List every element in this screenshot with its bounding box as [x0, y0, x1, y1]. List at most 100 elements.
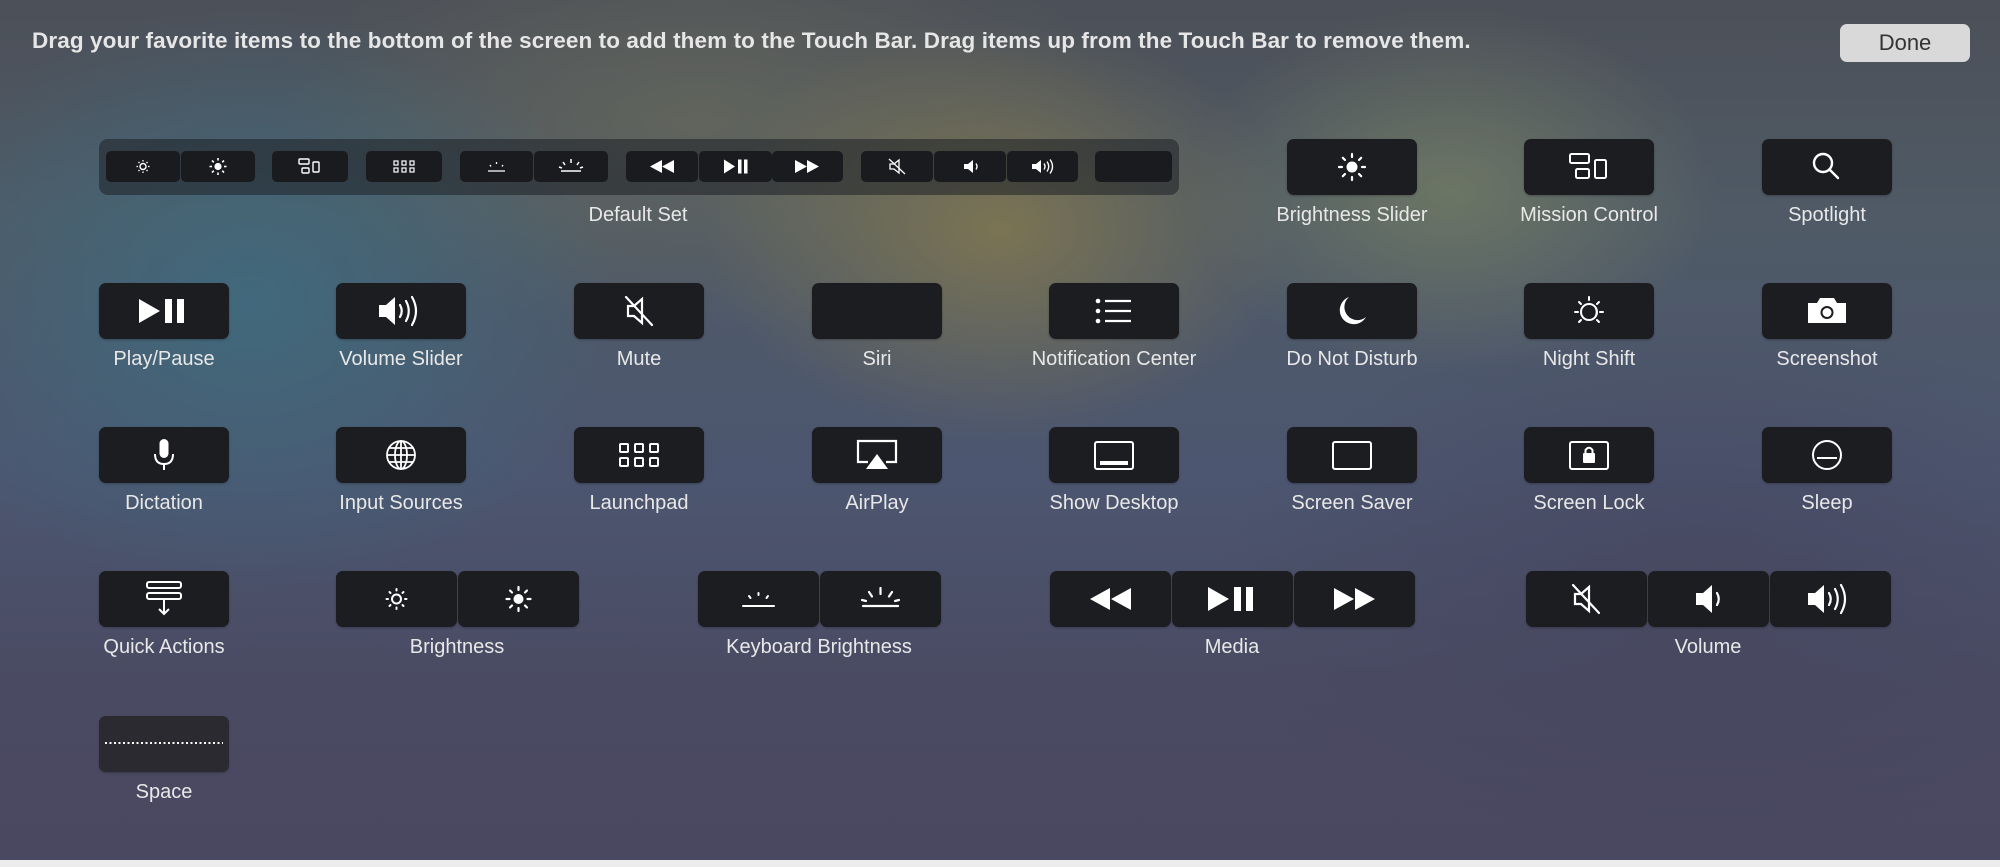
- mute-button[interactable]: [574, 283, 704, 339]
- night-shift-label: Night Shift: [1542, 348, 1636, 370]
- input-sources-button[interactable]: [336, 427, 466, 483]
- space-dots-icon: [105, 742, 223, 744]
- mute-label: Mute: [616, 348, 662, 370]
- screenshot-label: Screenshot: [1776, 348, 1878, 370]
- instruction-text: Drag your favorite items to the bottom o…: [32, 28, 1471, 53]
- mute-mini-icon: [861, 151, 933, 182]
- camera-icon: [1808, 298, 1846, 323]
- keyboard-light-low-icon: [742, 592, 775, 607]
- siri-label: Siri: [862, 348, 892, 370]
- brightness-up-icon: [181, 151, 255, 182]
- spotlight-label: Spotlight: [1788, 204, 1866, 226]
- brightness-label: Brightness: [409, 636, 505, 658]
- show-desktop-label: Show Desktop: [1049, 492, 1179, 514]
- volume-down-icon: [934, 151, 1006, 182]
- list-icon: [1095, 298, 1131, 324]
- keyboard-light-high-icon: [860, 586, 901, 608]
- launchpad-button[interactable]: [574, 427, 704, 483]
- fast-forward-icon: [772, 151, 843, 182]
- media-label: Media: [1204, 636, 1260, 658]
- mission-control-mini-icon: [272, 151, 348, 182]
- volume-mute-button[interactable]: [1526, 571, 1647, 627]
- play-pause-icon: [139, 299, 184, 323]
- dictation-button[interactable]: [99, 427, 229, 483]
- siri-mini-icon: [1095, 151, 1172, 182]
- media-rewind-button[interactable]: [1050, 571, 1171, 627]
- space-label: Space: [135, 781, 193, 803]
- sun-small-icon: [385, 588, 408, 610]
- screen-saver-label: Screen Saver: [1291, 492, 1413, 514]
- screen-lock-button[interactable]: [1524, 427, 1654, 483]
- keyboard-brightness-down-icon: [460, 151, 533, 182]
- brightness-down-button[interactable]: [336, 571, 457, 627]
- sleep-label: Sleep: [1801, 492, 1853, 514]
- airplay-label: AirPlay: [845, 492, 909, 514]
- volume-up-button[interactable]: [1770, 571, 1891, 627]
- desktop-icon: [1094, 441, 1134, 470]
- rewind-large-icon: [1090, 588, 1131, 610]
- sun-large-icon: [505, 585, 532, 613]
- magnifier-icon: [1812, 152, 1840, 180]
- launchpad-label: Launchpad: [589, 492, 689, 514]
- notification-center-label: Notification Center: [1031, 348, 1197, 370]
- media-play-pause-button[interactable]: [1172, 571, 1293, 627]
- moon-icon: [1339, 297, 1366, 325]
- play-pause-button[interactable]: [99, 283, 229, 339]
- grid-icon: [619, 443, 659, 467]
- speaker-muted-icon: [624, 295, 654, 327]
- screenshot-button[interactable]: [1762, 283, 1892, 339]
- volume-up-icon: [1007, 151, 1078, 182]
- volume-label: Volume: [1674, 636, 1742, 658]
- show-desktop-button[interactable]: [1049, 427, 1179, 483]
- do-not-disturb-label: Do Not Disturb: [1286, 348, 1418, 370]
- microphone-icon: [154, 439, 174, 470]
- volume-slider-label: Volume Slider: [339, 348, 463, 370]
- sleep-icon: [1812, 440, 1842, 470]
- night-shift-icon: [1574, 296, 1604, 323]
- speaker-low-icon: [1696, 585, 1720, 613]
- media-fast-forward-button[interactable]: [1294, 571, 1415, 627]
- spotlight-button[interactable]: [1762, 139, 1892, 195]
- brightness-up-button[interactable]: [458, 571, 579, 627]
- mission-control-icon: [1569, 153, 1607, 179]
- screen-saver-icon: [1332, 441, 1372, 470]
- default-set-label: Default Set: [588, 204, 688, 226]
- sleep-button[interactable]: [1762, 427, 1892, 483]
- brightness-slider-label: Brightness Slider: [1276, 204, 1428, 226]
- speaker-high-icon: [1808, 583, 1847, 615]
- lock-icon: [1569, 441, 1609, 470]
- brightness-down-icon: [106, 151, 180, 182]
- siri-button[interactable]: [812, 283, 942, 339]
- volume-slider-button[interactable]: [336, 283, 466, 339]
- quick-actions-icon: [146, 581, 182, 616]
- sun-icon: [1337, 152, 1367, 182]
- volume-down-button[interactable]: [1648, 571, 1769, 627]
- play-pause-large-icon: [1208, 587, 1253, 611]
- fast-forward-large-icon: [1334, 588, 1375, 610]
- quick-actions-button[interactable]: [99, 571, 229, 627]
- keyboard-brightness-down-button[interactable]: [698, 571, 819, 627]
- airplay-icon: [856, 439, 898, 469]
- space-button[interactable]: [99, 716, 229, 772]
- play-pause-mini-icon: [699, 151, 772, 182]
- do-not-disturb-button[interactable]: [1287, 283, 1417, 339]
- screen-lock-label: Screen Lock: [1533, 492, 1645, 514]
- globe-icon: [386, 440, 416, 470]
- speaker-muted-small-icon: [1571, 583, 1601, 615]
- night-shift-button[interactable]: [1524, 283, 1654, 339]
- rewind-icon: [626, 151, 698, 182]
- quick-actions-label: Quick Actions: [103, 636, 225, 658]
- dictation-label: Dictation: [125, 492, 203, 514]
- input-sources-label: Input Sources: [339, 492, 463, 514]
- airplay-button[interactable]: [812, 427, 942, 483]
- notification-center-button[interactable]: [1049, 283, 1179, 339]
- done-button[interactable]: Done: [1840, 24, 1970, 62]
- mission-control-button[interactable]: [1524, 139, 1654, 195]
- window-bottom-edge: [0, 860, 2000, 867]
- keyboard-brightness-label: Keyboard Brightness: [726, 636, 912, 658]
- play-pause-label: Play/Pause: [113, 348, 215, 370]
- launchpad-mini-icon: [366, 151, 442, 182]
- keyboard-brightness-up-button[interactable]: [820, 571, 941, 627]
- screen-saver-button[interactable]: [1287, 427, 1417, 483]
- brightness-slider-button[interactable]: [1287, 139, 1417, 195]
